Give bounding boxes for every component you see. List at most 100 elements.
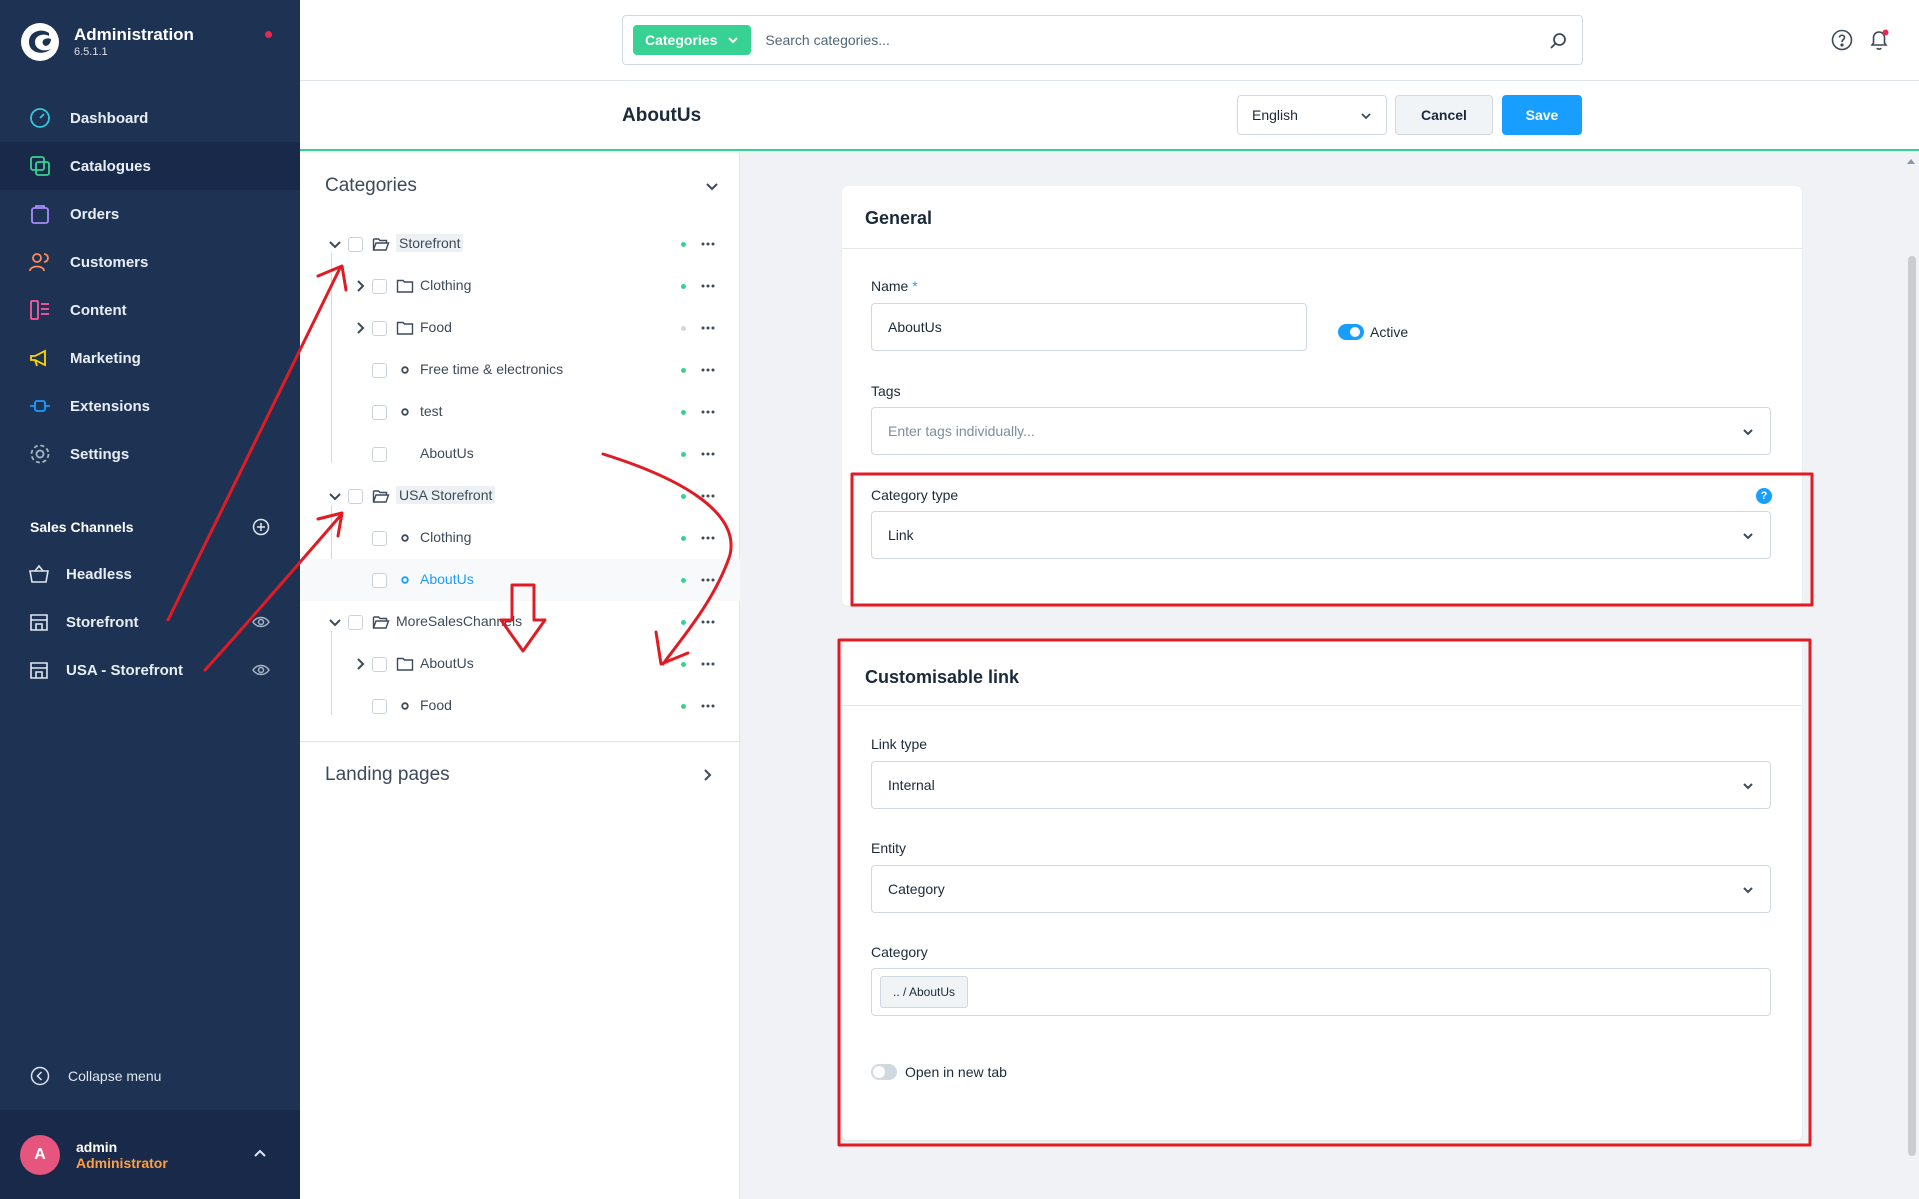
tree-item-food[interactable]: Food bbox=[300, 685, 740, 727]
tree-item-moresaleschannels[interactable]: MoreSalesChannels bbox=[300, 601, 740, 643]
more-options-icon[interactable] bbox=[700, 488, 716, 504]
sales-channel-headless[interactable]: Headless bbox=[0, 550, 300, 598]
landing-pages-header[interactable]: Landing pages bbox=[325, 760, 715, 790]
help-icon[interactable]: ? bbox=[1756, 488, 1772, 504]
more-options-icon[interactable] bbox=[700, 656, 716, 672]
collapse-menu-button[interactable]: Collapse menu bbox=[30, 1066, 161, 1086]
chevron-down-icon bbox=[1743, 533, 1753, 540]
tree-item-aboutus-folder[interactable]: AboutUs bbox=[300, 643, 740, 685]
add-sales-channel-icon[interactable] bbox=[252, 518, 270, 536]
tree-item-checkbox[interactable] bbox=[372, 699, 387, 714]
more-options-icon[interactable] bbox=[700, 320, 716, 336]
tree-item-checkbox[interactable] bbox=[372, 405, 387, 420]
chevron-right-icon[interactable] bbox=[352, 278, 368, 294]
divider bbox=[300, 741, 740, 742]
tree-item-storefront[interactable]: Storefront bbox=[300, 223, 740, 265]
content-scrollbar[interactable] bbox=[1904, 153, 1919, 1199]
nav-label: Extensions bbox=[70, 397, 151, 415]
chevron-up-icon[interactable] bbox=[252, 1146, 268, 1162]
tree-item-usa-storefront[interactable]: USA Storefront bbox=[300, 475, 740, 517]
nav-item-orders[interactable]: Orders bbox=[0, 190, 300, 238]
search-input[interactable] bbox=[765, 32, 1546, 48]
nav-item-content[interactable]: Content bbox=[0, 286, 300, 334]
save-button[interactable]: Save bbox=[1502, 95, 1582, 135]
tree-item-checkbox[interactable] bbox=[348, 237, 363, 252]
nav-item-catalogues[interactable]: Catalogues bbox=[0, 142, 300, 190]
tags-input[interactable]: Enter tags individually... bbox=[871, 407, 1771, 455]
link-type-select[interactable]: Internal bbox=[871, 761, 1771, 809]
brand[interactable]: Administration 6.5.1.1 bbox=[20, 22, 194, 62]
more-options-icon[interactable] bbox=[700, 362, 716, 378]
status-dot bbox=[681, 578, 686, 583]
eye-icon[interactable] bbox=[252, 613, 270, 631]
more-options-icon[interactable] bbox=[700, 404, 716, 420]
status-dot bbox=[681, 452, 686, 457]
app-version: 6.5.1.1 bbox=[74, 46, 108, 58]
chevron-down-icon[interactable] bbox=[327, 488, 343, 504]
megaphone-icon bbox=[30, 349, 46, 367]
tree-item-checkbox[interactable] bbox=[372, 447, 387, 462]
tree-item-checkbox[interactable] bbox=[372, 573, 387, 588]
chevron-down-icon[interactable] bbox=[327, 614, 343, 630]
tree-item-checkbox[interactable] bbox=[372, 321, 387, 336]
chevron-down-icon[interactable] bbox=[327, 236, 343, 252]
nav-label: Customers bbox=[70, 253, 149, 271]
more-options-icon[interactable] bbox=[700, 698, 716, 714]
tree-item-clothing[interactable]: Clothing bbox=[300, 265, 740, 307]
sales-channel-list: Headless Storefront USA - Storefront bbox=[0, 550, 300, 694]
bell-icon[interactable] bbox=[1867, 28, 1891, 52]
category-type-label: Category type bbox=[871, 487, 959, 503]
name-label: Name * bbox=[871, 278, 918, 294]
nav-item-dashboard[interactable]: Dashboard bbox=[0, 94, 300, 142]
eye-icon[interactable] bbox=[252, 661, 270, 679]
category-select[interactable]: .. / AboutUs bbox=[871, 968, 1771, 1016]
language-switch[interactable]: English bbox=[1237, 95, 1387, 135]
category-chip[interactable]: .. / AboutUs bbox=[880, 976, 969, 1008]
nav-item-customers[interactable]: Customers bbox=[0, 238, 300, 286]
scroll-up-icon[interactable] bbox=[1907, 159, 1915, 164]
status-dot bbox=[681, 368, 686, 373]
scroll-thumb[interactable] bbox=[1908, 256, 1916, 1156]
tree-item-checkbox[interactable] bbox=[348, 615, 363, 630]
nav-item-settings[interactable]: Settings bbox=[0, 430, 300, 478]
name-input[interactable]: AboutUs bbox=[871, 303, 1307, 351]
nav-item-marketing[interactable]: Marketing bbox=[0, 334, 300, 382]
categories-panel-header[interactable]: Categories bbox=[325, 171, 720, 201]
user-role: Administrator bbox=[76, 1154, 168, 1171]
chevron-right-icon[interactable] bbox=[352, 320, 368, 336]
entity-select[interactable]: Category bbox=[871, 865, 1771, 913]
tree-item-checkbox[interactable] bbox=[372, 657, 387, 672]
sales-channel-storefront[interactable]: Storefront bbox=[0, 598, 300, 646]
tags-label: Tags bbox=[871, 383, 901, 399]
tree-item-aboutus-selected[interactable]: AboutUs bbox=[300, 559, 740, 601]
tree-item-clothing[interactable]: Clothing bbox=[300, 517, 740, 559]
global-search: Categories bbox=[622, 15, 1583, 65]
cancel-button[interactable]: Cancel bbox=[1395, 95, 1493, 135]
tree-item-food[interactable]: Food bbox=[300, 307, 740, 349]
tree-item-checkbox[interactable] bbox=[372, 279, 387, 294]
category-type-select[interactable]: Link bbox=[871, 511, 1771, 559]
more-options-icon[interactable] bbox=[700, 572, 716, 588]
active-toggle[interactable] bbox=[1338, 324, 1364, 340]
nav-item-extensions[interactable]: Extensions bbox=[0, 382, 300, 430]
tree-item-test[interactable]: test bbox=[300, 391, 740, 433]
more-options-icon[interactable] bbox=[700, 446, 716, 462]
user-menu[interactable]: A admin Administrator bbox=[0, 1110, 300, 1199]
chevron-right-icon[interactable] bbox=[352, 656, 368, 672]
tree-item-checkbox[interactable] bbox=[348, 489, 363, 504]
search-type-dropdown[interactable]: Categories bbox=[633, 25, 752, 55]
sales-channel-usa-storefront[interactable]: USA - Storefront bbox=[0, 646, 300, 694]
help-icon[interactable] bbox=[1831, 29, 1853, 51]
nav-label: Orders bbox=[70, 205, 120, 223]
tree-item-aboutus[interactable]: AboutUs bbox=[300, 433, 740, 475]
search-icon[interactable] bbox=[1548, 31, 1568, 51]
tree-item-free-time-electronics[interactable]: Free time & electronics bbox=[300, 349, 740, 391]
more-options-icon[interactable] bbox=[700, 278, 716, 294]
page-title: AboutUs bbox=[622, 105, 702, 126]
tree-item-checkbox[interactable] bbox=[372, 363, 387, 378]
more-options-icon[interactable] bbox=[700, 530, 716, 546]
more-options-icon[interactable] bbox=[700, 614, 716, 630]
more-options-icon[interactable] bbox=[700, 236, 716, 252]
tree-item-checkbox[interactable] bbox=[372, 531, 387, 546]
new-tab-toggle[interactable] bbox=[871, 1064, 897, 1080]
